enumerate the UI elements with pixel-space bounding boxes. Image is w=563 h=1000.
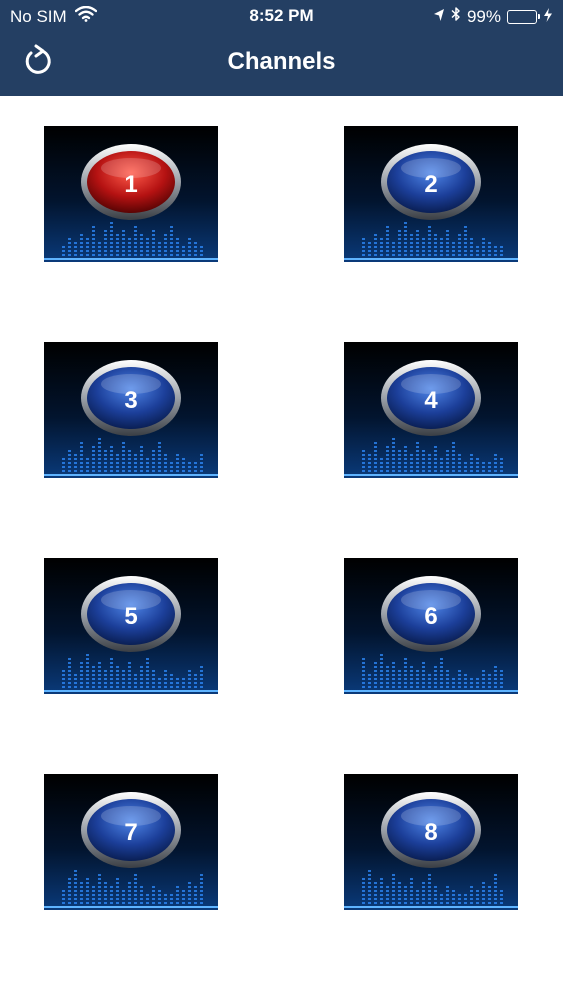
status-right: 99% bbox=[427, 6, 553, 27]
channel-tile-graphic: 1 bbox=[44, 126, 218, 262]
channel-button-4[interactable]: 4 bbox=[344, 342, 518, 478]
channel-number: 3 bbox=[124, 387, 137, 414]
channel-button-5[interactable]: 5 bbox=[44, 558, 218, 694]
battery-icon bbox=[507, 9, 540, 24]
channel-number: 4 bbox=[424, 387, 438, 414]
channel-button-7[interactable]: 7 bbox=[44, 774, 218, 910]
channel-number: 8 bbox=[424, 819, 437, 846]
channel-tile-graphic: 3 bbox=[44, 342, 218, 478]
channel-tile-graphic: 8 bbox=[344, 774, 518, 910]
channel-button-1[interactable]: 1 bbox=[44, 126, 218, 262]
header: No SIM 8:52 PM 99% Channels bbox=[0, 0, 563, 96]
channel-button-8[interactable]: 8 bbox=[344, 774, 518, 910]
page-title: Channels bbox=[227, 48, 336, 75]
channel-tile-graphic: 2 bbox=[344, 126, 518, 262]
battery-percent: 99% bbox=[466, 6, 501, 26]
channel-grid: 1 2 3 4 5 6 7 8 bbox=[0, 96, 563, 1000]
channel-tile-graphic: 7 bbox=[44, 774, 218, 910]
channel-button-6[interactable]: 6 bbox=[344, 558, 518, 694]
status-bar: No SIM 8:52 PM 99% bbox=[0, 0, 563, 32]
channel-number: 1 bbox=[124, 171, 137, 198]
channel-button-3[interactable]: 3 bbox=[44, 342, 218, 478]
channel-number: 6 bbox=[424, 603, 437, 630]
channel-tile-graphic: 5 bbox=[44, 558, 218, 694]
channel-tile-graphic: 4 bbox=[344, 342, 518, 478]
channel-number: 2 bbox=[424, 171, 437, 198]
channel-button-2[interactable]: 2 bbox=[344, 126, 518, 262]
channel-tile-graphic: 6 bbox=[344, 558, 518, 694]
charging-bolt-icon bbox=[543, 7, 553, 27]
bluetooth-icon bbox=[451, 6, 461, 27]
channel-number: 5 bbox=[124, 603, 137, 630]
channel-number: 7 bbox=[124, 819, 137, 846]
nav-bar: Channels bbox=[0, 32, 563, 96]
location-arrow-icon bbox=[433, 7, 445, 27]
